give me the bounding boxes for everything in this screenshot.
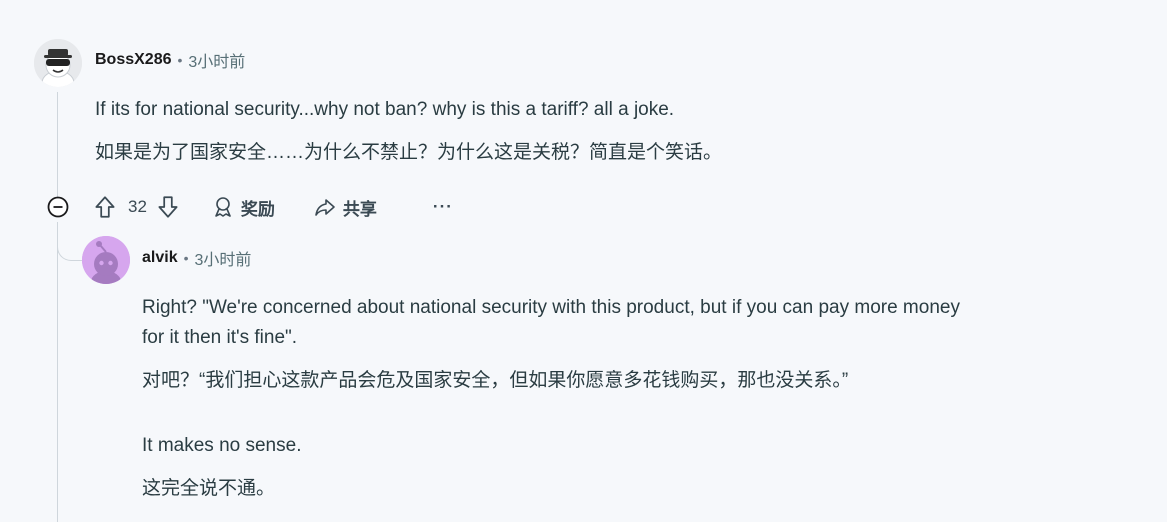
avatar-alvik[interactable] — [82, 236, 130, 284]
award-ribbon-icon — [215, 197, 231, 217]
comment-text-line: 如果是为了国家安全……为什么不禁止？为什么这是关税？简直是个笑话。 — [95, 142, 723, 163]
downvote-button[interactable] — [155, 194, 181, 220]
award-button[interactable]: 奖励 — [211, 195, 275, 220]
collapse-thread-button[interactable] — [46, 195, 70, 219]
comment-text-line: If its for national security...why not b… — [95, 99, 675, 120]
comment-meta: alvik • 3小时前 — [142, 246, 251, 270]
timestamp[interactable]: 3小时前 — [188, 48, 245, 72]
upvote-button[interactable] — [92, 194, 118, 220]
reply-connector — [57, 222, 82, 261]
arrow-up-icon — [95, 196, 115, 218]
thread-line-continuation[interactable] — [57, 222, 58, 522]
username[interactable]: alvik — [142, 249, 178, 267]
minus-circle-icon — [47, 196, 69, 218]
meta-separator: • — [183, 250, 189, 266]
more-options-button[interactable]: ··· — [433, 197, 453, 217]
ellipsis-icon: ··· — [432, 197, 453, 216]
username[interactable]: BossX286 — [95, 51, 172, 69]
meta-separator: • — [177, 52, 183, 68]
share-button[interactable]: 共享 — [313, 195, 377, 220]
comment-text-line: for it then it's fine". — [142, 327, 298, 348]
comment-text-line: 这完全说不通。 — [142, 478, 276, 499]
share-arrow-icon — [315, 199, 335, 216]
comment-text-line: Right? "We're concerned about national s… — [142, 297, 960, 318]
award-label: 奖励 — [240, 199, 275, 219]
timestamp[interactable]: 3小时前 — [195, 246, 252, 270]
share-label: 共享 — [342, 199, 377, 219]
arrow-down-icon — [158, 196, 178, 218]
vote-count: 32 — [128, 197, 147, 216]
comment-meta: BossX286 • 3小时前 — [95, 48, 245, 72]
avatar-bossx286[interactable] — [34, 39, 82, 87]
comment-text-line: 对吧？“我们担心这款产品会危及国家安全，但如果你愿意多花钱购买，那也没关系。” — [142, 370, 849, 391]
comment-text-line: It makes no sense. — [142, 435, 302, 456]
thread-line[interactable] — [57, 92, 58, 200]
comment-action-bar: 32 奖励 共享 ··· — [92, 190, 453, 224]
